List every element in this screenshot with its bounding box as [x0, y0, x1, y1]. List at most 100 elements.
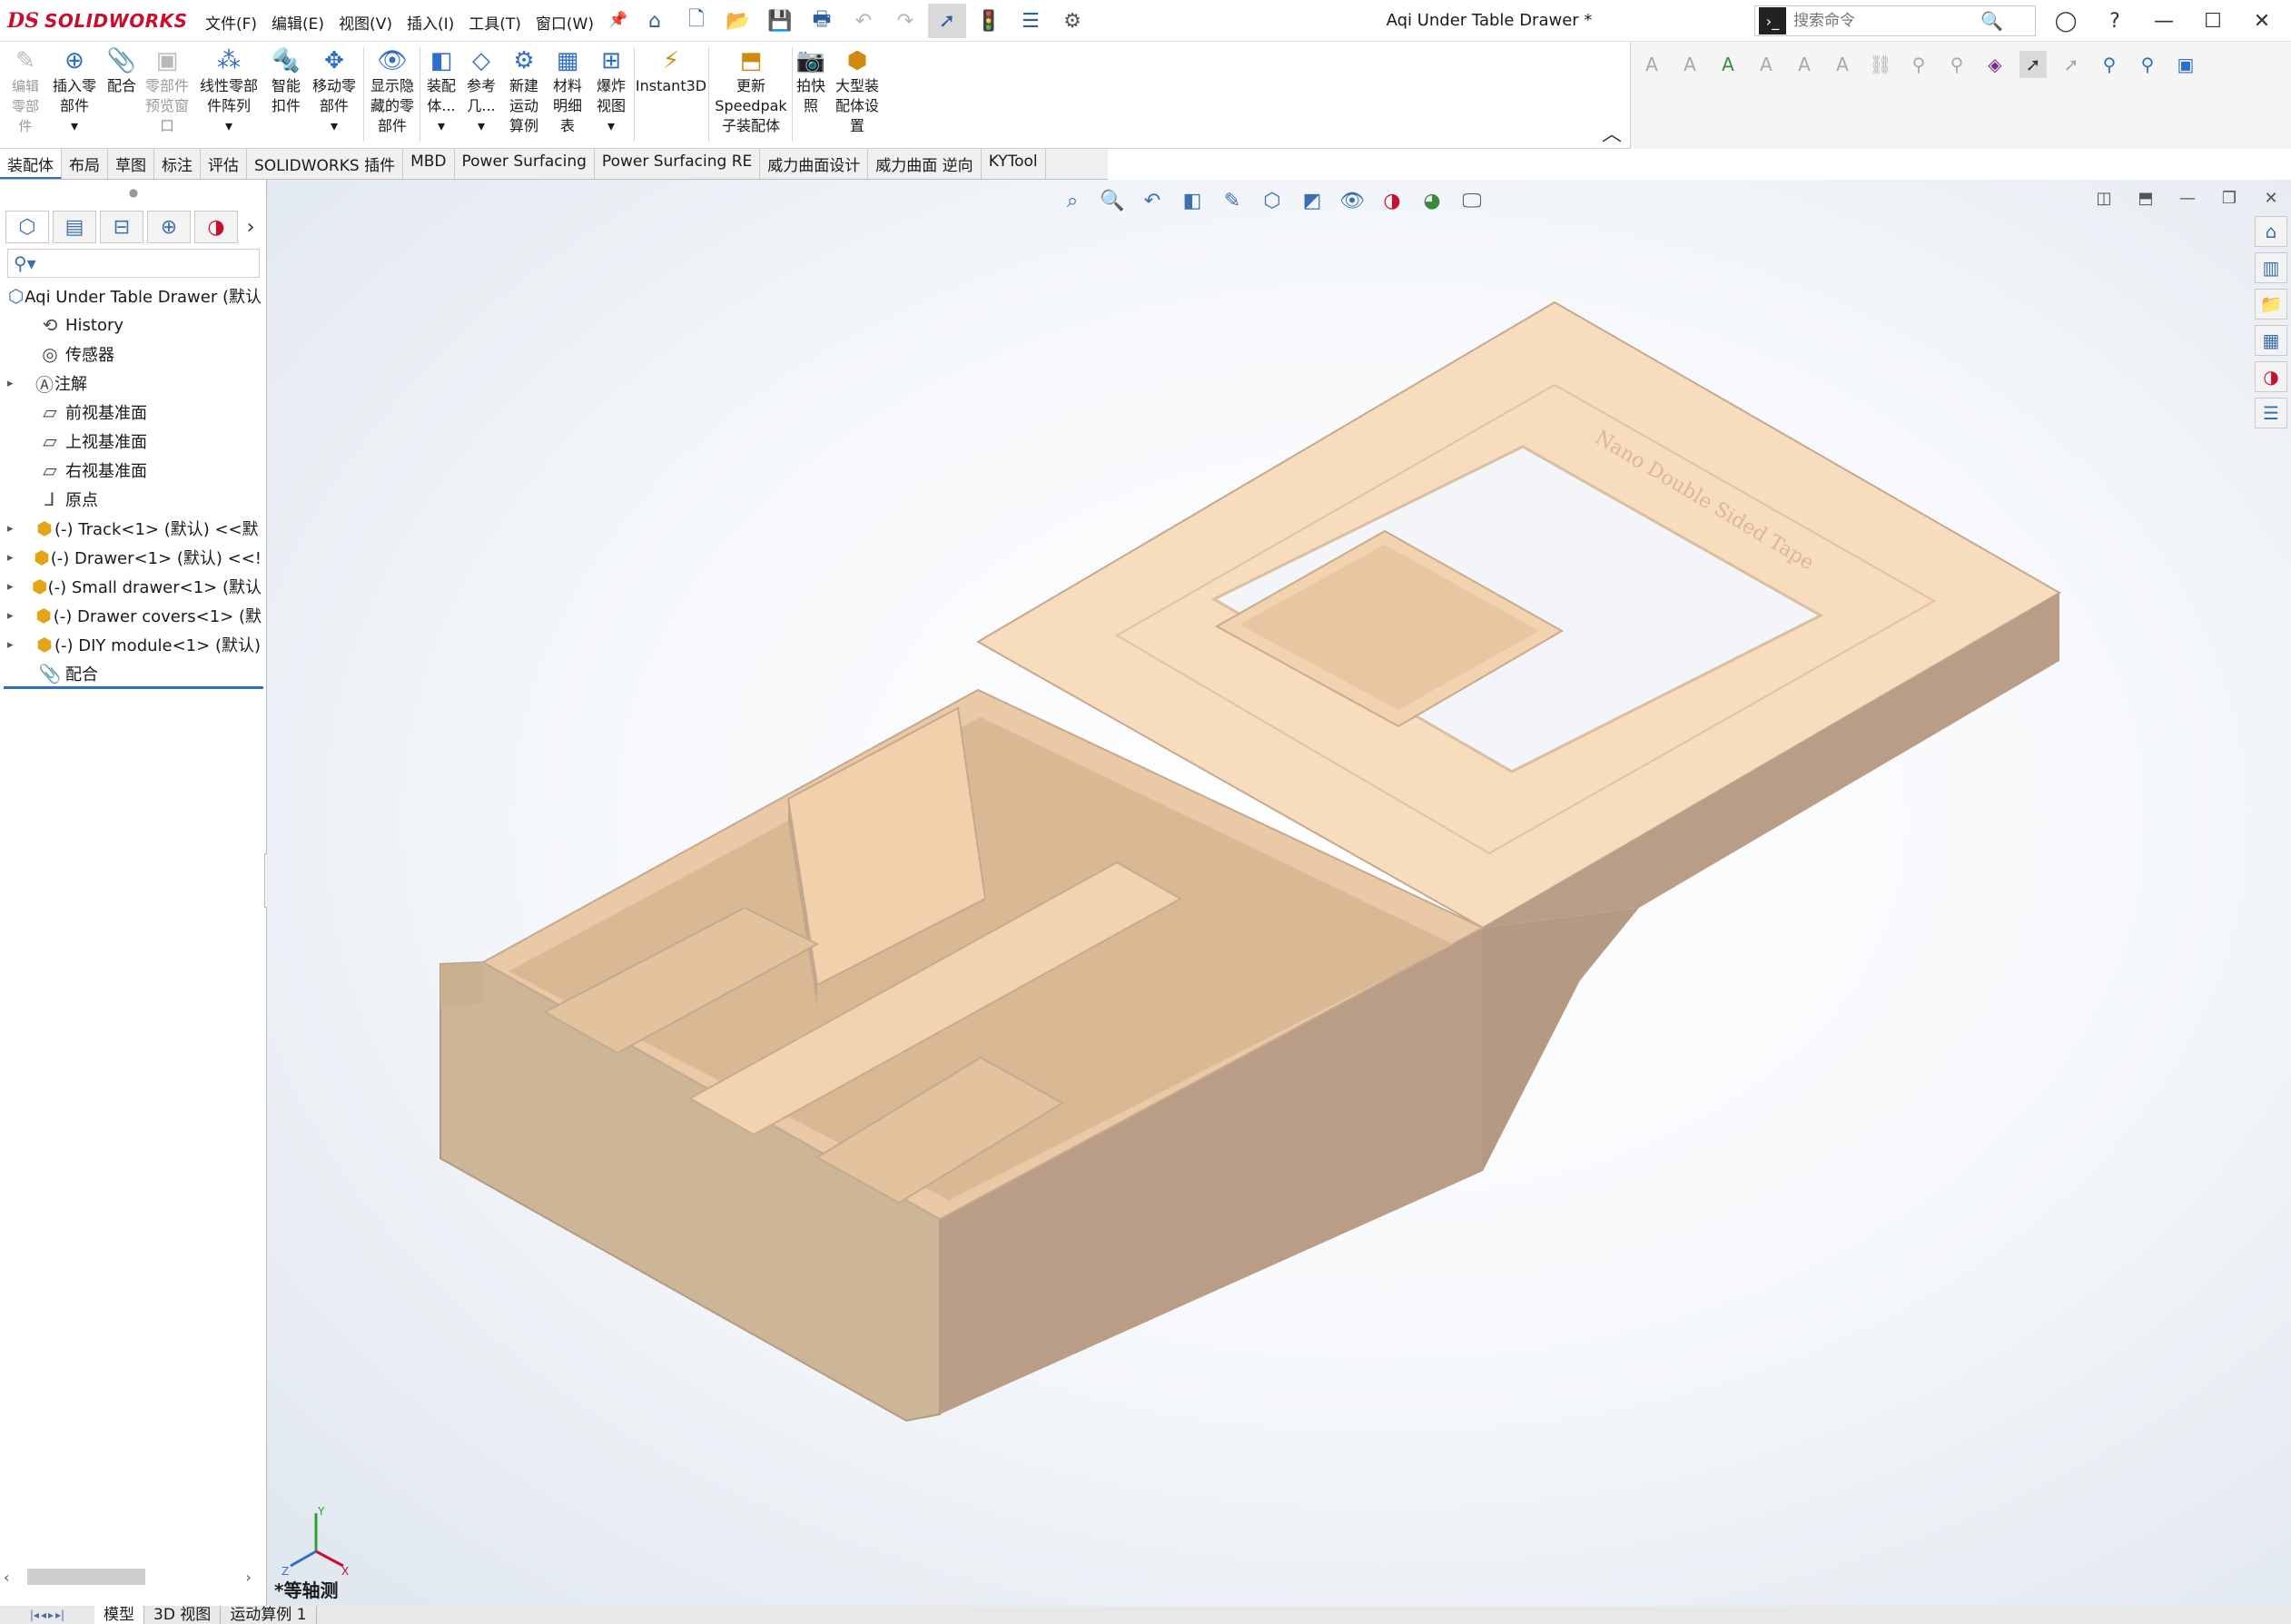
- smart-fasteners-button[interactable]: 🔩 智能 扣件: [263, 45, 309, 116]
- tab-assembly[interactable]: 装配体: [0, 149, 62, 179]
- expand-arrow-icon[interactable]: ▸: [7, 609, 23, 623]
- menu-view[interactable]: 视图(V): [331, 9, 400, 35]
- tree-item-right-plane[interactable]: ▱ 右视基准面: [7, 456, 262, 485]
- tab-layout[interactable]: 布局: [62, 149, 108, 179]
- take-snapshot-button[interactable]: 📷 拍快照: [794, 45, 828, 116]
- section-view-icon[interactable]: ◧: [1177, 185, 1208, 216]
- move-component-button[interactable]: ✥ 移动零 部件 ▾: [309, 45, 360, 136]
- reference-geometry-button[interactable]: ◇ 参考 几... ▾: [461, 45, 501, 136]
- horizontal-scrollbar[interactable]: ‹ ›: [4, 1566, 263, 1588]
- tab-markup[interactable]: 标注: [154, 149, 201, 179]
- instant3d-button[interactable]: ⚡ Instant3D: [636, 45, 706, 96]
- help-icon[interactable]: ?: [2090, 4, 2139, 38]
- scroll-right-icon[interactable]: ›: [245, 1569, 251, 1586]
- annotation-a-icon[interactable]: A: [1676, 51, 1703, 78]
- tree-item-annotations[interactable]: ▸ Ⓐ 注解: [7, 369, 262, 398]
- file-properties-icon[interactable]: ☰: [1012, 4, 1050, 38]
- prev-tab-icon[interactable]: ◂: [41, 1609, 46, 1621]
- previous-view-icon[interactable]: ↶: [1137, 185, 1168, 216]
- link-icon[interactable]: ⛓: [1867, 51, 1894, 78]
- tab-3d-views[interactable]: 3D 视图: [144, 1606, 222, 1624]
- panel-grip[interactable]: ●: [0, 183, 267, 202]
- menu-tools[interactable]: 工具(T): [461, 9, 528, 35]
- view-settings-icon[interactable]: 🖵: [1457, 185, 1487, 216]
- tree-item-top-plane[interactable]: ▱ 上视基准面: [7, 427, 262, 456]
- dynamic-annotation-icon[interactable]: ✎: [1217, 185, 1248, 216]
- tree-item-track[interactable]: ▸ ⬢ (-) Track<1> (默认) <<默: [7, 514, 262, 543]
- expand-arrow-icon[interactable]: ▸: [7, 551, 22, 565]
- appearances-icon[interactable]: ◑: [2255, 361, 2287, 392]
- tree-item-drawer[interactable]: ▸ ⬢ (-) Drawer<1> (默认) <<!: [7, 543, 262, 572]
- edit-appearance-icon[interactable]: ◑: [1377, 185, 1407, 216]
- configuration-manager-tab-icon[interactable]: ⊟: [100, 211, 143, 243]
- menu-insert[interactable]: 插入(I): [400, 9, 461, 35]
- new-motion-study-button[interactable]: ⚙ 新建 运动 算例: [503, 45, 545, 136]
- tree-item-front-plane[interactable]: ▱ 前视基准面: [7, 398, 262, 427]
- large-assembly-settings-button[interactable]: ⬢ 大型装 配体设置: [830, 45, 884, 136]
- scroll-thumb[interactable]: [27, 1569, 146, 1585]
- pin-icon[interactable]: 📌: [601, 9, 635, 35]
- design-library-icon[interactable]: ▥: [2255, 252, 2287, 283]
- component-preview-button[interactable]: ▣ 零部件 预览窗口: [142, 45, 193, 136]
- tab-kytool[interactable]: KYTool: [982, 149, 1046, 179]
- rollback-bar[interactable]: [4, 686, 263, 689]
- print-icon[interactable]: 🖶: [803, 4, 841, 38]
- expand-arrow-icon[interactable]: ▸: [7, 638, 24, 652]
- expand-tabs-chevron-icon[interactable]: ›: [242, 211, 260, 243]
- tab-power-surfacing[interactable]: Power Surfacing: [455, 149, 595, 179]
- tab-power-surface-reverse[interactable]: 威力曲面 逆向: [868, 149, 982, 179]
- first-tab-icon[interactable]: |◂: [30, 1609, 39, 1621]
- tab-mbd[interactable]: MBD: [403, 149, 455, 179]
- tab-motion-study-1[interactable]: 运动算例 1: [221, 1606, 317, 1624]
- tree-filter[interactable]: ⚲▾: [7, 249, 260, 278]
- view-palette-icon[interactable]: ▦: [2255, 325, 2287, 356]
- exploded-view-button[interactable]: ⊞ 爆炸 视图 ▾: [590, 45, 632, 136]
- close-button[interactable]: ✕: [2237, 4, 2286, 38]
- feature-manager-tab-icon[interactable]: ⬡: [5, 211, 49, 243]
- filter-edge-icon[interactable]: ⚲: [2134, 51, 2161, 78]
- annotation-a-icon[interactable]: A: [1791, 51, 1818, 78]
- zoom-to-fit-icon[interactable]: ⌕: [1057, 185, 1088, 216]
- split-horizontal-icon[interactable]: ⬒: [2129, 185, 2162, 211]
- select-arrow-icon[interactable]: ➚: [2019, 51, 2047, 78]
- select-arrow-icon[interactable]: ➚: [2058, 51, 2085, 78]
- tab-power-surface-design[interactable]: 威力曲面设计: [760, 149, 869, 179]
- undo-icon[interactable]: ↶: [844, 4, 883, 38]
- tree-item-drawer-covers[interactable]: ▸ ⬢ (-) Drawer covers<1> (默: [7, 601, 262, 630]
- filter-icon[interactable]: ⚲: [1905, 51, 1932, 78]
- menu-file[interactable]: 文件(F): [198, 9, 264, 35]
- annotation-a-icon[interactable]: A: [1753, 51, 1780, 78]
- solidworks-logo[interactable]: DS SOLIDWORKS: [7, 7, 188, 34]
- select-arrow-icon[interactable]: ➚: [928, 4, 966, 38]
- close-view-icon[interactable]: ✕: [2255, 185, 2287, 211]
- options-gear-icon[interactable]: ⚙: [1053, 4, 1091, 38]
- display-manager-tab-icon[interactable]: ◑: [194, 211, 238, 243]
- mate-button[interactable]: 📎 配合: [102, 45, 142, 96]
- expand-arrow-icon[interactable]: ▸: [7, 377, 24, 390]
- save-icon[interactable]: 💾: [761, 4, 799, 38]
- file-explorer-icon[interactable]: 📁: [2255, 289, 2287, 320]
- restore-view-icon[interactable]: ❐: [2213, 185, 2246, 211]
- tab-power-surfacing-re[interactable]: Power Surfacing RE: [595, 149, 761, 179]
- expand-arrow-icon[interactable]: ▸: [7, 580, 21, 594]
- graphics-viewport[interactable]: Nano Double Sided Tape ⌕ 🔍 ↶ ◧ ✎ ⬡ ◩ 👁 ◑…: [267, 180, 2291, 1606]
- solidworks-resources-icon[interactable]: ⌂: [2255, 216, 2287, 247]
- zoom-to-area-icon[interactable]: 🔍: [1097, 185, 1128, 216]
- split-vertical-icon[interactable]: ◫: [2088, 185, 2120, 211]
- tab-evaluate[interactable]: 评估: [201, 149, 247, 179]
- dimxpert-manager-tab-icon[interactable]: ⊕: [147, 211, 191, 243]
- annotation-a-icon[interactable]: A: [1829, 51, 1856, 78]
- user-account-icon[interactable]: ◯: [2041, 4, 2090, 38]
- search-icon[interactable]: 🔍: [1980, 10, 2003, 32]
- show-hidden-components-button[interactable]: 👁 显示隐 藏的零 部件: [367, 45, 418, 136]
- redo-icon[interactable]: ↷: [886, 4, 924, 38]
- filter-vertex-icon[interactable]: ⚲: [2096, 51, 2123, 78]
- insert-components-button[interactable]: ⊕ 插入零 部件 ▾: [47, 45, 102, 136]
- menu-edit[interactable]: 编辑(E): [264, 9, 331, 35]
- tree-item-diy-module[interactable]: ▸ ⬢ (-) DIY module<1> (默认): [7, 630, 262, 659]
- tree-item-small-drawer[interactable]: ▸ ⬢ (-) Small drawer<1> (默认: [7, 572, 262, 601]
- annotation-a-icon[interactable]: A: [1638, 51, 1665, 78]
- assembly-features-button[interactable]: ◧ 装配 体... ▾: [421, 45, 461, 136]
- filter-face-icon[interactable]: ▣: [2172, 51, 2199, 78]
- rebuild-traffic-light-icon[interactable]: 🚦: [970, 4, 1008, 38]
